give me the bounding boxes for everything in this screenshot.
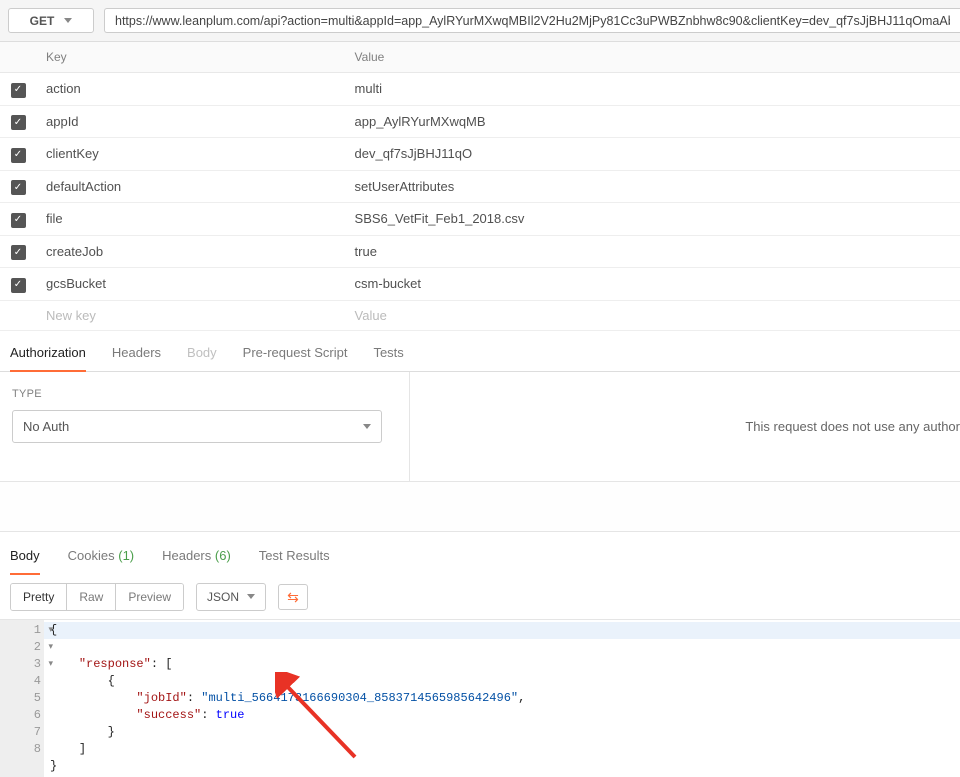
param-value[interactable]: SBS6_VetFit_Feb1_2018.csv [345, 203, 960, 236]
auth-type-label: TYPE [12, 388, 397, 400]
column-value: Value [345, 42, 960, 73]
view-pretty[interactable]: Pretty [11, 584, 67, 610]
resp-tab-test-results[interactable]: Test Results [259, 544, 330, 575]
auth-message: This request does not use any author [745, 419, 960, 434]
auth-type-value: No Auth [23, 419, 69, 434]
checkbox[interactable] [11, 180, 26, 195]
param-key[interactable]: appId [36, 105, 345, 138]
http-method-label: GET [30, 14, 55, 28]
param-value[interactable]: setUserAttributes [345, 170, 960, 203]
param-key[interactable]: createJob [36, 235, 345, 268]
chevron-down-icon [247, 594, 255, 599]
line-number: 1 [0, 622, 44, 639]
table-row[interactable]: appIdapp_AylRYurMXwqMB [0, 105, 960, 138]
table-row[interactable]: gcsBucketcsm-bucket [0, 268, 960, 301]
column-key: Key [36, 42, 345, 73]
param-value[interactable]: dev_qf7sJjBHJ11qO [345, 138, 960, 171]
url-input[interactable] [104, 8, 960, 33]
new-param-row[interactable]: New keyValue [0, 300, 960, 330]
line-number: 2 [0, 639, 44, 656]
resp-tab-body[interactable]: Body [10, 544, 40, 575]
checkbox[interactable] [11, 148, 26, 163]
chevron-down-icon [64, 18, 72, 23]
param-key[interactable]: clientKey [36, 138, 345, 171]
resp-tab-cookies[interactable]: Cookies (1) [68, 544, 134, 575]
param-key[interactable]: gcsBucket [36, 268, 345, 301]
table-row[interactable]: fileSBS6_VetFit_Feb1_2018.csv [0, 203, 960, 236]
line-number: 4 [0, 673, 44, 690]
checkbox[interactable] [11, 278, 26, 293]
request-tabs: Authorization Headers Body Pre-request S… [0, 331, 960, 372]
response-body: 12345678 { "response": [ { "jobId": "mul… [0, 619, 960, 777]
wrap-lines-icon[interactable]: ⇆ [278, 584, 308, 610]
param-key[interactable]: defaultAction [36, 170, 345, 203]
auth-type-select[interactable]: No Auth [12, 410, 382, 443]
format-value: JSON [207, 590, 239, 604]
line-number: 8 [0, 741, 44, 758]
resp-tab-headers[interactable]: Headers (6) [162, 544, 231, 575]
table-row[interactable]: defaultActionsetUserAttributes [0, 170, 960, 203]
view-mode-group: Pretty Raw Preview [10, 583, 184, 611]
checkbox[interactable] [11, 115, 26, 130]
new-key-placeholder[interactable]: New key [36, 300, 345, 330]
line-number: 7 [0, 724, 44, 741]
code-content[interactable]: { "response": [ { "jobId": "multi_566417… [44, 620, 960, 777]
table-row[interactable]: createJobtrue [0, 235, 960, 268]
param-value[interactable]: csm-bucket [345, 268, 960, 301]
checkbox[interactable] [11, 83, 26, 98]
checkbox[interactable] [11, 245, 26, 260]
line-number: 5 [0, 690, 44, 707]
param-value[interactable]: multi [345, 73, 960, 106]
params-table: Key Value actionmultiappIdapp_AylRYurMXw… [0, 42, 960, 331]
chevron-down-icon [363, 424, 371, 429]
line-number: 3 [0, 656, 44, 673]
table-row[interactable]: actionmulti [0, 73, 960, 106]
tab-body[interactable]: Body [187, 341, 217, 371]
checkbox[interactable] [11, 213, 26, 228]
param-key[interactable]: action [36, 73, 345, 106]
tab-tests[interactable]: Tests [373, 341, 403, 371]
view-preview[interactable]: Preview [116, 584, 183, 610]
tab-prerequest[interactable]: Pre-request Script [243, 341, 348, 371]
tab-headers[interactable]: Headers [112, 341, 161, 371]
response-tabs: Body Cookies (1) Headers (6) Test Result… [0, 532, 960, 575]
param-key[interactable]: file [36, 203, 345, 236]
param-value[interactable]: true [345, 235, 960, 268]
table-row[interactable]: clientKeydev_qf7sJjBHJ11qO [0, 138, 960, 171]
view-raw[interactable]: Raw [67, 584, 116, 610]
http-method-selector[interactable]: GET [8, 8, 94, 33]
param-value[interactable]: app_AylRYurMXwqMB [345, 105, 960, 138]
format-select[interactable]: JSON [196, 583, 266, 611]
tab-authorization[interactable]: Authorization [10, 341, 86, 372]
new-value-placeholder[interactable]: Value [345, 300, 960, 330]
